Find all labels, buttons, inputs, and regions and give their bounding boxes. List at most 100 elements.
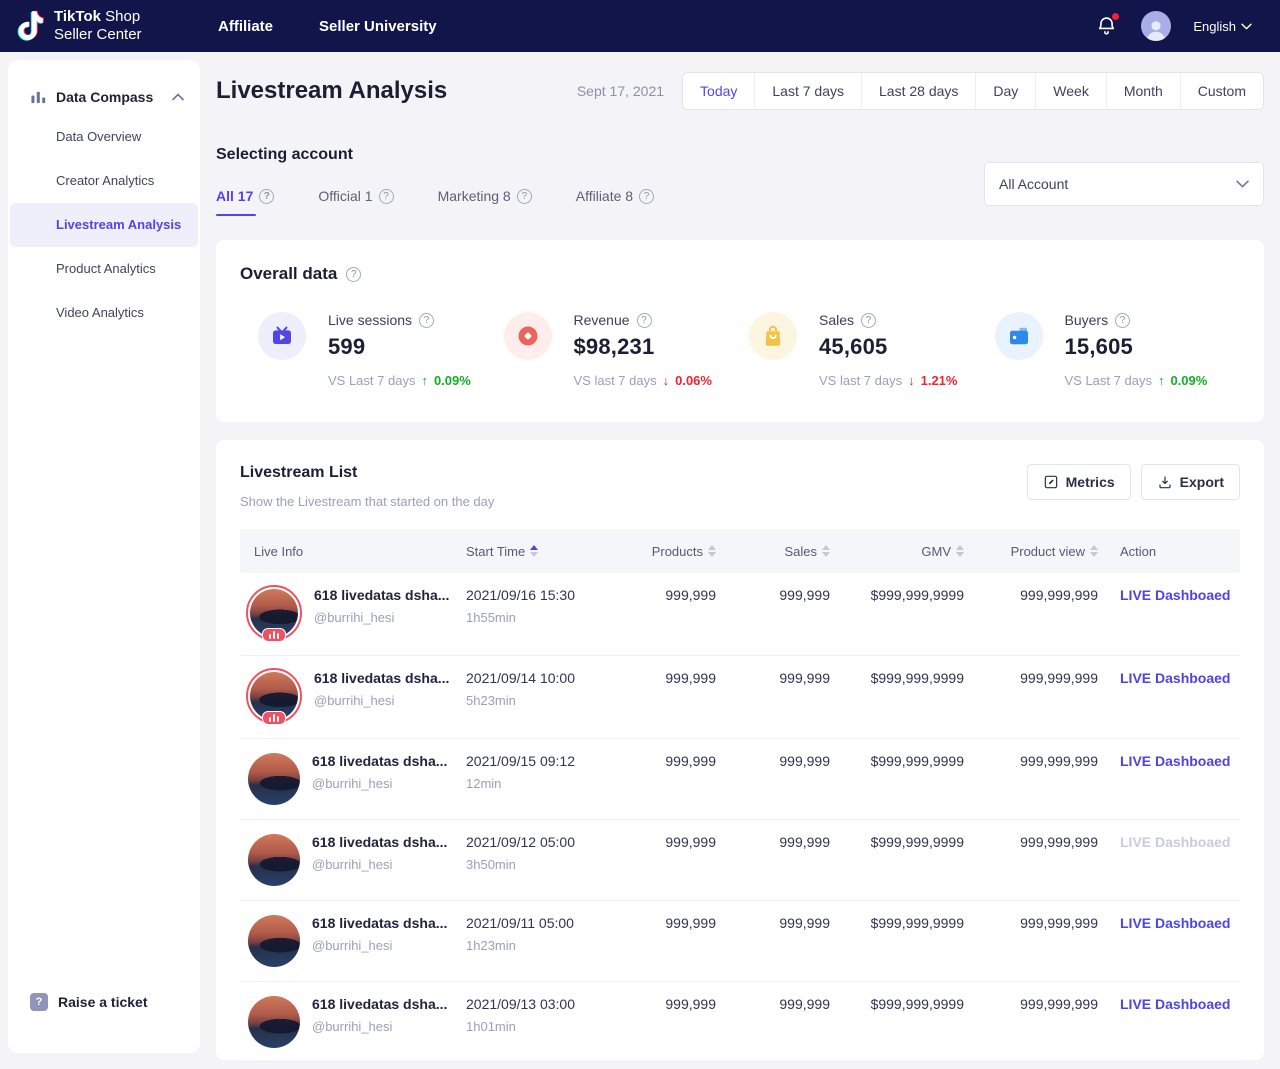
column-header-gmv[interactable]: GMV xyxy=(838,529,972,573)
question-mark-icon[interactable]: ? xyxy=(639,189,654,204)
sort-caret-icon[interactable] xyxy=(1090,545,1098,557)
question-mark-icon[interactable]: ? xyxy=(259,189,274,204)
avatar[interactable] xyxy=(248,915,300,967)
metric-label: Buyers xyxy=(1065,312,1109,328)
question-mark-icon[interactable]: ? xyxy=(379,189,394,204)
range-button-custom[interactable]: Custom xyxy=(1180,73,1263,109)
column-header-live-info: Live Info xyxy=(240,529,452,573)
live-tv-icon xyxy=(258,312,306,360)
brand-logo[interactable]: TikTok Shop Seller Center xyxy=(12,7,208,45)
raise-a-ticket-button[interactable]: ? Raise a ticket xyxy=(30,993,148,1011)
export-button[interactable]: Export xyxy=(1141,464,1240,500)
start-time: 2021/09/12 05:00 xyxy=(466,834,616,850)
livestream-name[interactable]: 618 livedatas dsha... xyxy=(312,834,447,850)
selecting-account-section: Selecting account All 17?Official 1?Mark… xyxy=(216,146,1264,216)
notification-bell-icon[interactable] xyxy=(1095,14,1119,38)
column-label: Product view xyxy=(1011,544,1085,559)
column-header-sales[interactable]: Sales xyxy=(724,529,838,573)
metric-vs-label: VS Last 7 days xyxy=(1065,373,1152,388)
column-header-start-time[interactable]: Start Time xyxy=(452,529,624,573)
creator-handle: @burrihi_hesi xyxy=(312,938,447,953)
sales-cell: 999,999 xyxy=(724,982,838,1062)
table-row: 618 livedatas dsha...@burrihi_hesi2021/0… xyxy=(240,739,1240,820)
column-header-products[interactable]: Products xyxy=(624,529,724,573)
sidebar-item-data-overview[interactable]: Data Overview xyxy=(10,115,198,159)
range-button-today[interactable]: Today xyxy=(683,73,754,109)
avatar[interactable] xyxy=(248,996,300,1048)
range-button-day[interactable]: Day xyxy=(975,73,1035,109)
metric-label: Sales xyxy=(819,312,854,328)
live-dashboard-link[interactable]: LIVE Dashboaed xyxy=(1120,670,1230,686)
live-info-text: 618 livedatas dsha...@burrihi_hesi xyxy=(314,587,449,625)
language-label: English xyxy=(1193,19,1236,34)
livestream-name[interactable]: 618 livedatas dsha... xyxy=(312,753,447,769)
metrics-button[interactable]: Metrics xyxy=(1027,464,1131,500)
question-mark-icon[interactable]: ? xyxy=(419,313,434,328)
question-mark-icon[interactable]: ? xyxy=(1115,313,1130,328)
sidebar-section-data-compass[interactable]: Data Compass xyxy=(8,88,200,105)
live-dashboard-link[interactable]: LIVE Dashboaed xyxy=(1120,915,1230,931)
page-header: Livestream Analysis Sept 17, 2021 TodayL… xyxy=(216,72,1264,110)
live-info-cell: 618 livedatas dsha...@burrihi_hesi xyxy=(240,573,452,655)
sidebar-item-video-analytics[interactable]: Video Analytics xyxy=(10,291,198,335)
arrow-up-icon: ↑ xyxy=(421,373,428,388)
sidebar-item-creator-analytics[interactable]: Creator Analytics xyxy=(10,159,198,203)
column-header-product-view[interactable]: Product view xyxy=(972,529,1106,573)
livestream-name[interactable]: 618 livedatas dsha... xyxy=(314,587,449,603)
metric-delta: 1.21% xyxy=(921,373,958,388)
metrics-button-label: Metrics xyxy=(1066,474,1115,490)
sort-caret-icon[interactable] xyxy=(956,545,964,557)
wallet-icon xyxy=(995,312,1043,360)
sidebar-item-livestream-analysis[interactable]: Livestream Analysis xyxy=(10,203,198,247)
range-button-last-7-days[interactable]: Last 7 days xyxy=(754,73,861,109)
product-view-cell: 999,999,999 xyxy=(972,656,1106,738)
overall-data-title: Overall data xyxy=(240,264,337,284)
question-mark-icon[interactable]: ? xyxy=(346,267,361,282)
nav-link-affiliate[interactable]: Affiliate xyxy=(218,18,273,35)
nav-link-seller-university[interactable]: Seller University xyxy=(319,18,437,35)
user-avatar[interactable] xyxy=(1141,11,1171,41)
account-tab-all-17[interactable]: All 17? xyxy=(216,188,274,216)
arrow-down-icon: ↓ xyxy=(663,373,670,388)
account-tab-label: Marketing 8 xyxy=(438,188,511,204)
live-avatar[interactable] xyxy=(246,585,302,641)
creator-handle: @burrihi_hesi xyxy=(314,693,449,708)
account-dropdown[interactable]: All Account xyxy=(984,162,1264,206)
live-dashboard-link[interactable]: LIVE Dashboaed xyxy=(1120,753,1230,769)
livestream-name[interactable]: 618 livedatas dsha... xyxy=(312,996,447,1012)
product-view-cell: 999,999,999 xyxy=(972,1063,1106,1069)
action-cell: LIVE Dashboaed xyxy=(1106,656,1240,738)
range-button-week[interactable]: Week xyxy=(1035,73,1106,109)
range-button-month[interactable]: Month xyxy=(1106,73,1180,109)
live-info-text: 618 livedatas dsha... @burrihi_hesi xyxy=(312,915,447,953)
live-avatar[interactable] xyxy=(246,668,302,724)
question-mark-icon[interactable]: ? xyxy=(637,313,652,328)
products-cell: 999,999 xyxy=(624,573,724,655)
language-selector[interactable]: English xyxy=(1193,19,1252,34)
column-label: Live Info xyxy=(254,544,303,559)
bar-chart-icon xyxy=(30,88,47,105)
sort-caret-icon[interactable] xyxy=(530,545,538,557)
avatar[interactable] xyxy=(248,834,300,886)
tiktok-logo-icon xyxy=(12,7,46,45)
products-cell: 999,999 xyxy=(624,739,724,819)
sort-caret-icon[interactable] xyxy=(708,545,716,557)
sidebar-item-product-analytics[interactable]: Product Analytics xyxy=(10,247,198,291)
livestream-list-card: Livestream List Show the Livestream that… xyxy=(216,440,1264,1060)
livestream-name[interactable]: 618 livedatas dsha... xyxy=(314,670,449,686)
range-button-last-28-days[interactable]: Last 28 days xyxy=(861,73,975,109)
metric-vs-row: VS last 7 days↓1.21% xyxy=(819,373,957,388)
brand-text: TikTok Shop Seller Center xyxy=(54,8,142,44)
avatar[interactable] xyxy=(248,753,300,805)
livestream-name[interactable]: 618 livedatas dsha... xyxy=(312,915,447,931)
account-tab-official-1[interactable]: Official 1? xyxy=(318,188,393,216)
account-tab-affiliate-8[interactable]: Affiliate 8? xyxy=(576,188,654,216)
metric-sales: Sales?45,605VS last 7 days↓1.21% xyxy=(749,312,995,388)
account-tab-marketing-8[interactable]: Marketing 8? xyxy=(438,188,532,216)
question-mark-icon[interactable]: ? xyxy=(861,313,876,328)
sort-caret-icon[interactable] xyxy=(822,545,830,557)
sidebar-section-label: Data Compass xyxy=(56,89,163,105)
question-mark-icon[interactable]: ? xyxy=(517,189,532,204)
live-dashboard-link[interactable]: LIVE Dashboaed xyxy=(1120,996,1230,1012)
live-dashboard-link[interactable]: LIVE Dashboaed xyxy=(1120,587,1230,603)
